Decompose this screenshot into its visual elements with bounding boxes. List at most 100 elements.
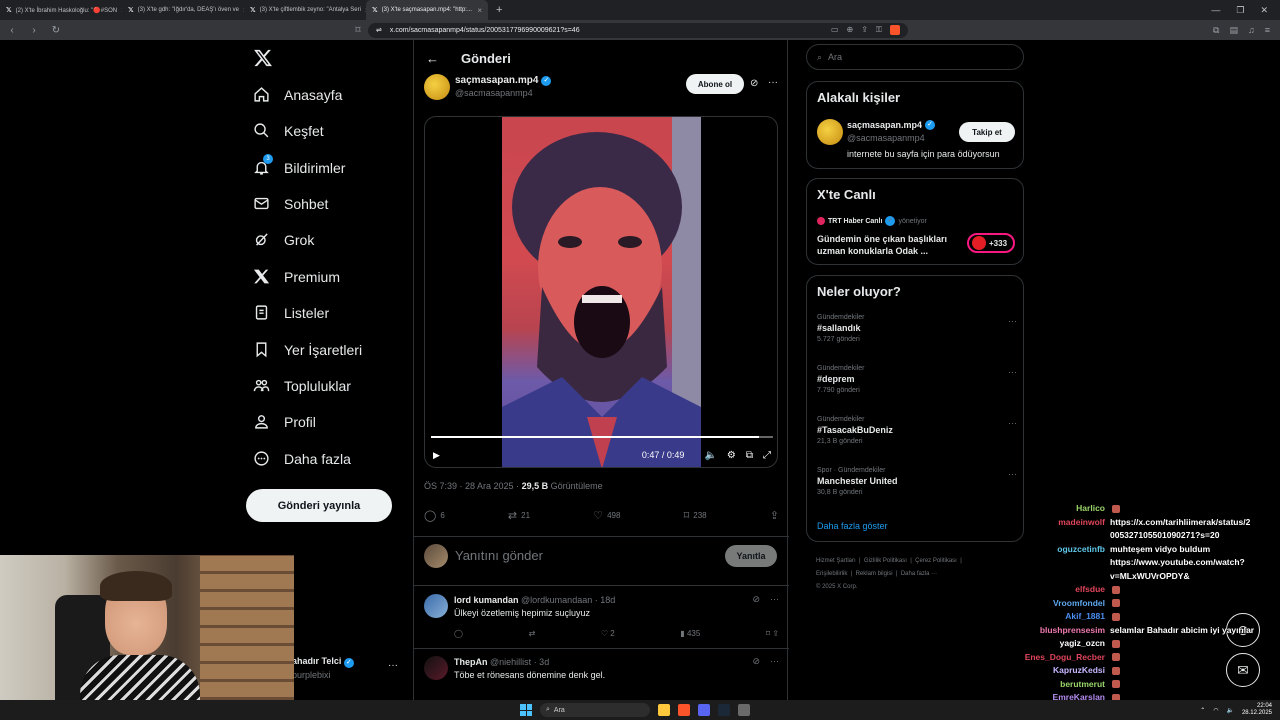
reply-input[interactable]: Yanıtını gönder <box>455 548 543 563</box>
nav-chat[interactable]: Sohbet <box>253 195 328 212</box>
nav-profile[interactable]: Profil <box>253 413 316 430</box>
wifi-icon[interactable]: ◠ <box>1213 707 1218 714</box>
trend-item[interactable]: Gündemdekiler #TasacakBuDeniz 21,3 B gönde… <box>817 416 1017 445</box>
author-avatar[interactable] <box>424 74 450 100</box>
browser-tab-1[interactable]: 𝕏(2) X'te İbrahim Haskoloğlu: "🔴#SON× <box>0 0 122 20</box>
footer-link[interactable]: Çerez Politikası <box>915 558 957 564</box>
menu-icon[interactable]: ≡ <box>1265 25 1270 36</box>
footer-link[interactable]: Reklam bilgisi <box>856 571 893 577</box>
trend-item[interactable]: Gündemdekiler #sallandık 5.727 gönderi ··· <box>817 314 1017 343</box>
footer-link[interactable]: Hizmet Şartları <box>816 558 856 564</box>
live-listeners-pill[interactable]: +333 <box>967 233 1015 253</box>
more-options-icon[interactable]: ··· <box>770 594 779 605</box>
comment-avatar[interactable] <box>424 656 448 680</box>
nav-explore[interactable]: Keşfet <box>253 122 324 139</box>
url-field[interactable]: ⇌ x.com/sacmasapanmp4/status/20053177969… <box>368 22 908 38</box>
nav-bookmarks[interactable]: Yer İşaretleri <box>253 341 362 358</box>
like-action[interactable]: ♡ 2 <box>601 629 615 638</box>
fullscreen-icon[interactable]: ⤢ <box>763 450 771 461</box>
close-window-icon[interactable]: ✕ <box>1260 5 1268 16</box>
follow-button[interactable]: Takip et <box>959 122 1015 142</box>
account-menu-icon[interactable]: ··· <box>388 660 398 671</box>
browser-tab-4[interactable]: 𝕏 (3) X'te saçmasapan.mp4: "http:... × <box>366 0 488 20</box>
pip-icon[interactable]: ⧉ <box>746 450 753 461</box>
forward-icon[interactable]: › <box>28 25 40 36</box>
reload-icon[interactable]: ↻ <box>50 25 62 36</box>
back-arrow-icon[interactable]: ← <box>426 51 439 66</box>
post-timestamp[interactable]: ÖS 7:39 · 28 Ara 2025 · <box>424 481 522 491</box>
comment-avatar[interactable] <box>424 594 448 618</box>
clock[interactable]: 22:04 28.12.2025 <box>1242 703 1272 717</box>
reply-icon[interactable]: ◯ <box>454 629 463 638</box>
settings-icon[interactable]: ⚙ <box>727 450 736 461</box>
nav-more[interactable]: Daha fazla <box>253 450 351 467</box>
bookmark-action[interactable]: ⌑ 238 <box>684 509 707 522</box>
obs-icon[interactable] <box>738 704 750 716</box>
discord-icon[interactable] <box>698 704 710 716</box>
wallet-icon[interactable]: ▤ <box>1229 25 1238 36</box>
nav-communities[interactable]: Topluluklar <box>253 377 351 394</box>
more-options-icon[interactable]: ··· <box>768 77 778 88</box>
video-frame[interactable] <box>502 117 701 467</box>
grok-explain-icon[interactable]: ⊘ <box>750 78 758 89</box>
related-name[interactable]: saçmasapan.mp4 ✓ <box>847 120 936 130</box>
password-icon[interactable]: ⚿ <box>876 25 882 35</box>
steam-icon[interactable] <box>718 704 730 716</box>
volume-icon[interactable]: 🔈 <box>1226 707 1233 714</box>
author-name[interactable]: saçmasapan.mp4 ✓ <box>455 75 552 86</box>
live-text[interactable]: Gündemin öne çıkan başlıkları uzman konu… <box>817 233 957 257</box>
share-icon[interactable]: ⇪ <box>861 25 868 35</box>
close-icon[interactable]: × <box>477 6 482 15</box>
post-button[interactable]: Gönderi yayınla <box>246 489 392 522</box>
grok-explain-icon[interactable]: ⊘ <box>752 656 760 667</box>
account-name[interactable]: ahadır Telci ✓ <box>292 656 354 668</box>
x-logo-icon[interactable] <box>253 48 273 68</box>
related-handle[interactable]: @sacmasapanmp4 <box>847 133 925 143</box>
browser-tab-2[interactable]: 𝕏 (3) X'te gdh: "Iğdır'da, DEAŞ'ı öven ve… <box>122 0 244 20</box>
zoom-icon[interactable]: ⊕ <box>847 25 854 35</box>
play-icon[interactable]: ▶ <box>433 450 440 461</box>
views-action[interactable]: ▮ 435 <box>680 629 700 638</box>
live-source[interactable]: TRT Haber Canlı ✓ yönetiyor <box>817 216 927 226</box>
more-options-icon[interactable]: ··· <box>1008 367 1017 377</box>
video-player[interactable]: ▶ 0:47 / 0:49 🔈 ⚙ ⧉ ⤢ <box>424 116 778 468</box>
author-handle[interactable]: @sacmasapanmp4 <box>455 88 533 98</box>
subscribe-button[interactable]: Abone ol <box>686 74 744 94</box>
more-options-icon[interactable]: ··· <box>1008 469 1017 479</box>
nav-grok[interactable]: Grok <box>253 231 314 248</box>
footer-link[interactable]: Gizlilik Politikası <box>864 558 907 564</box>
grok-explain-icon[interactable]: ⊘ <box>752 594 760 605</box>
trend-item[interactable]: Spor · Gündemdekiler Manchester United 30,… <box>817 467 1017 496</box>
reply-action[interactable]: ◯ 6 <box>424 509 445 522</box>
like-action[interactable]: ♡ 498 <box>593 509 620 522</box>
brave-icon[interactable] <box>678 704 690 716</box>
search-input[interactable]: ⌕ Ara <box>806 44 1024 70</box>
reply-button[interactable]: Yanıtla <box>725 545 777 567</box>
minimize-icon[interactable]: — <box>1211 5 1220 16</box>
more-options-icon[interactable]: ··· <box>770 656 779 667</box>
music-icon[interactable]: ♫ <box>1248 25 1255 36</box>
more-options-icon[interactable]: ··· <box>1008 316 1017 326</box>
windows-start-icon[interactable] <box>520 704 532 716</box>
restore-icon[interactable]: ❐ <box>1236 5 1244 16</box>
cast-icon[interactable]: ▭ <box>831 25 839 35</box>
site-info-icon[interactable]: ⇌ <box>376 26 382 34</box>
new-tab-button[interactable]: + <box>488 4 510 16</box>
nav-notifications[interactable]: 3 Bildirimler <box>253 154 345 176</box>
bookmark-page-icon[interactable]: ⌑ <box>352 25 364 36</box>
volume-icon[interactable]: 🔈 <box>704 450 716 461</box>
taskbar-search[interactable]: ⌕ Ara <box>540 703 650 717</box>
brave-shields-icon[interactable] <box>890 25 900 35</box>
share-action[interactable]: ⇪ <box>770 509 779 522</box>
repost-icon[interactable]: ⇄ <box>529 629 536 638</box>
nav-home[interactable]: Anasayfa <box>253 86 342 103</box>
related-avatar[interactable] <box>817 119 843 145</box>
nav-premium[interactable]: Premium <box>253 268 340 285</box>
footer-link[interactable]: Erişilebilirlik <box>816 571 847 577</box>
more-options-icon[interactable]: ··· <box>1008 418 1017 428</box>
back-icon[interactable]: ‹ <box>6 25 18 36</box>
trend-item[interactable]: Gündemdekiler #deprem 7.790 gönderi ··· <box>817 365 1017 394</box>
extensions-icon[interactable]: ⧉ <box>1213 25 1219 36</box>
bookmark-icon[interactable]: ⌑ ⇪ <box>766 629 779 638</box>
messages-float-button[interactable]: ✉ <box>1226 653 1260 687</box>
